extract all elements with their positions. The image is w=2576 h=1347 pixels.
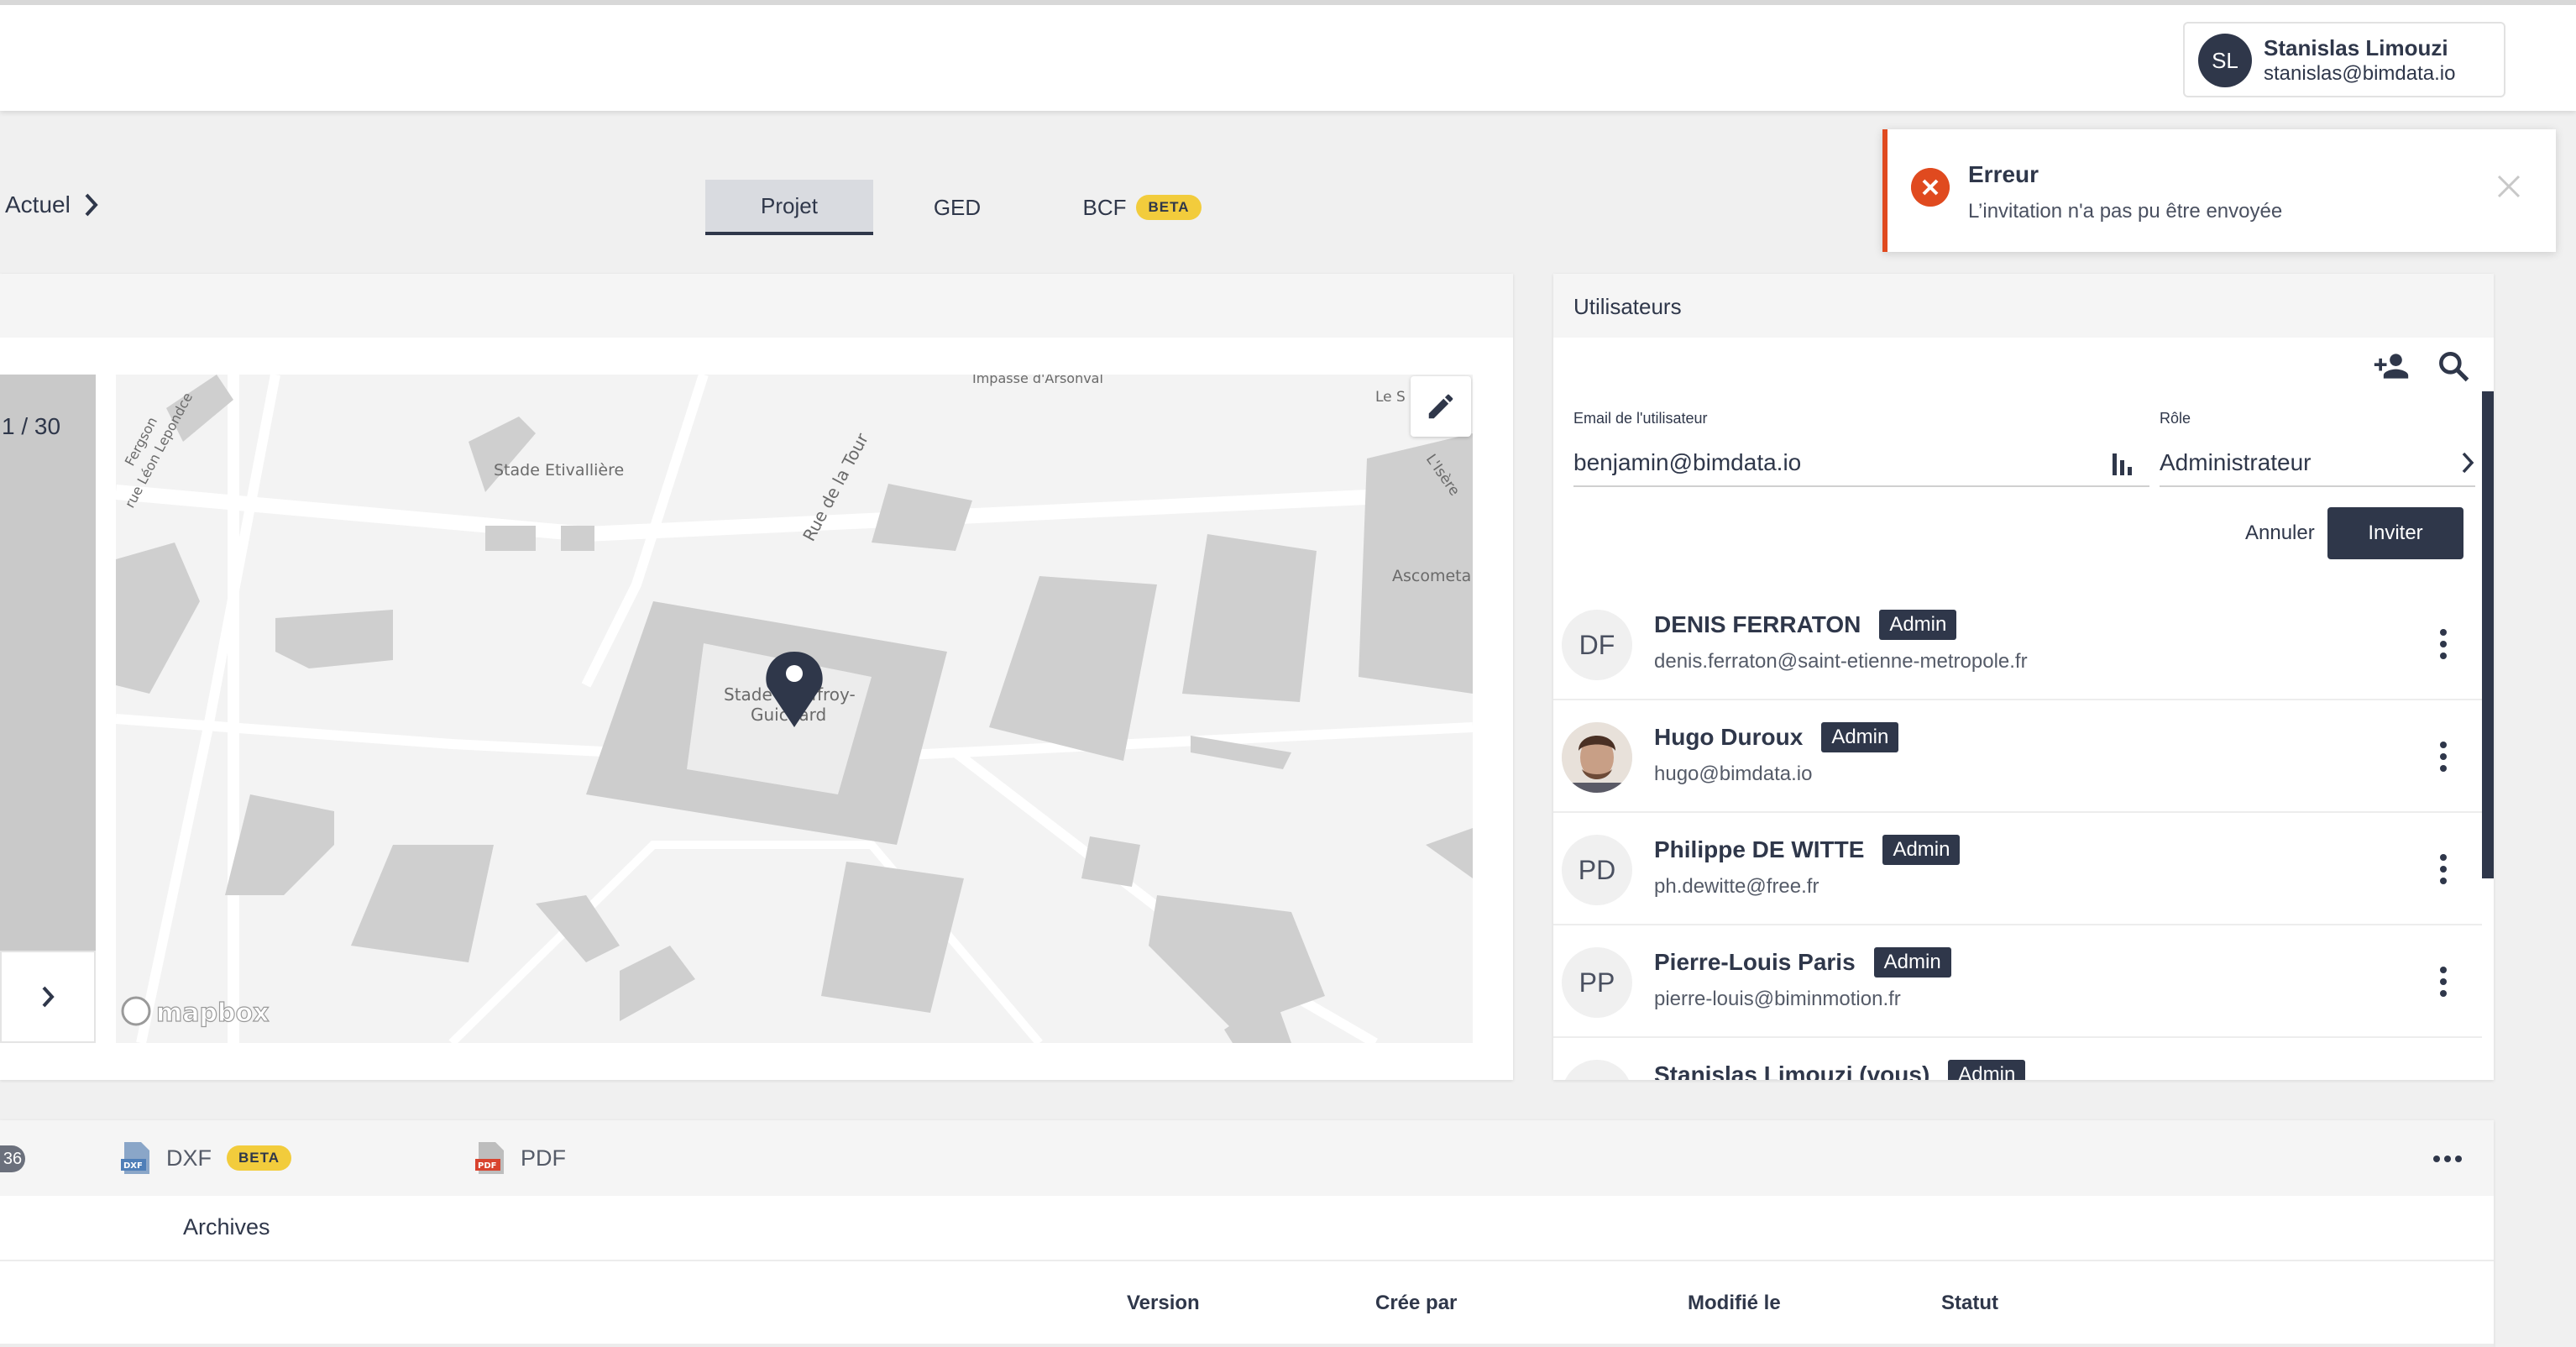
user-photo-icon — [1562, 722, 1632, 793]
autofill-icon[interactable] — [2111, 452, 2134, 477]
admin-badge: Admin — [1882, 835, 1961, 865]
avatar-photo — [1562, 722, 1632, 793]
role-select[interactable]: Administrateur — [2160, 440, 2475, 487]
project-map[interactable]: Stade Etivallière Impasse d'Arsonval Rue… — [116, 375, 1473, 1043]
role-label: Rôle — [2160, 410, 2191, 427]
breadcrumb[interactable]: Actuel — [5, 191, 99, 218]
avatar: SL — [2198, 34, 2252, 87]
user-row: Hugo Duroux Admin hugo@bimdata.io — [1553, 700, 2482, 813]
count-badge: 36 — [0, 1145, 25, 1172]
user-email: stanislas@bimdata.io — [2264, 62, 2456, 85]
search-icon[interactable] — [2435, 348, 2472, 385]
error-icon — [1911, 168, 1950, 207]
users-panel: Utilisateurs Email de l'utilisateur Rôle… — [1553, 274, 2494, 1080]
user-email: denis.ferraton@saint-etienne-metropole.f… — [1654, 650, 2028, 673]
email-field[interactable] — [1573, 440, 2149, 487]
role-value: Administrateur — [2160, 449, 2312, 475]
admin-badge: Admin — [1873, 947, 1951, 977]
user-name: Pierre-Louis Paris — [1654, 949, 1856, 975]
email-label: Email de l'utilisateur — [1573, 410, 1708, 427]
divider — [0, 1260, 2494, 1261]
user-name: Stanislas Limouzi — [2264, 35, 2448, 60]
scrollbar[interactable] — [2482, 391, 2494, 878]
more-vertical-icon[interactable] — [2427, 848, 2460, 890]
column-modified[interactable]: Modifié le — [1688, 1292, 1781, 1315]
breadcrumb-current: Actuel — [5, 191, 71, 218]
user-row: SL Stanislas Limouzi (vous) Admin — [1553, 1038, 2482, 1080]
add-user-icon[interactable] — [2373, 348, 2410, 385]
users-toolbar — [1553, 338, 2494, 391]
avatar: PD — [1562, 835, 1632, 905]
user-row: PD Philippe DE WITTE Admin ph.dewitte@fr… — [1553, 813, 2482, 925]
admin-badge: Admin — [1879, 610, 1957, 640]
error-toast: Erreur L’invitation n'a pas pu être envo… — [1882, 129, 2556, 252]
svg-text:mapbox: mapbox — [156, 998, 269, 1028]
user-menu[interactable]: SL Stanislas Limouzi stanislas@bimdata.i… — [2183, 22, 2505, 97]
map-label: Stade Etivallière — [494, 461, 624, 480]
dxf-file-icon: DXF — [121, 1142, 149, 1174]
column-status[interactable]: Statut — [1941, 1292, 1998, 1315]
users-title: Utilisateurs — [1573, 294, 1682, 319]
panel-header — [0, 274, 1513, 338]
toast-title: Erreur — [1968, 161, 2039, 187]
tab-dxf[interactable]: DXF DXF BETA — [121, 1140, 292, 1176]
pdf-file-icon: PDF — [475, 1142, 504, 1174]
files-panel: 36 DXF DXF BETA PDF PDF Archives Version… — [0, 1120, 2494, 1347]
column-version[interactable]: Version — [1127, 1292, 1200, 1315]
svg-text:DXF: DXF — [123, 1161, 143, 1171]
edit-button[interactable] — [1411, 376, 1471, 437]
avatar: PP — [1562, 947, 1632, 1018]
viewer-preview: 1 / 30 — [0, 375, 96, 951]
chevron-right-icon — [85, 193, 98, 217]
tab-bcf[interactable]: BCF BETA — [1058, 180, 1226, 235]
archives-link[interactable]: Archives — [183, 1214, 270, 1240]
user-row: PP Pierre-Louis Paris Admin pierre-louis… — [1553, 925, 2482, 1038]
admin-badge: Admin — [1821, 722, 1899, 752]
invite-button[interactable]: Inviter — [2327, 507, 2463, 559]
tab-projet[interactable]: Projet — [705, 180, 873, 235]
cancel-button[interactable]: Annuler — [2225, 507, 2335, 559]
user-email: pierre-louis@biminmotion.fr — [1654, 988, 1901, 1010]
users-header: Utilisateurs — [1553, 274, 2494, 338]
more-vertical-icon[interactable] — [2427, 736, 2460, 778]
user-name: DENIS FERRATON — [1654, 611, 1861, 637]
user-row: DF DENIS FERRATON Admin denis.ferraton@s… — [1553, 588, 2482, 700]
tab-pdf[interactable]: PDF PDF — [475, 1140, 566, 1176]
beta-badge: BETA — [1136, 195, 1202, 220]
toast-message: L’invitation n'a pas pu être envoyée — [1968, 200, 2283, 223]
user-name: Hugo Duroux — [1654, 724, 1804, 750]
beta-badge: BETA — [227, 1145, 292, 1171]
map-canvas: Stade Etivallière Impasse d'Arsonval Rue… — [116, 375, 1473, 1043]
user-name: Philippe DE WITTE — [1654, 836, 1865, 862]
files-header: 36 DXF DXF BETA PDF PDF — [0, 1120, 2494, 1196]
map-label: Impasse d'Arsonval — [972, 375, 1103, 386]
map-label: Ascometal — [1392, 567, 1473, 585]
svg-text:PDF: PDF — [478, 1161, 496, 1171]
column-created-by[interactable]: Crée par — [1375, 1292, 1457, 1315]
avatar: DF — [1562, 610, 1632, 680]
chevron-right-icon — [2462, 452, 2474, 474]
user-email: hugo@bimdata.io — [1654, 763, 1813, 785]
top-bar: SL Stanislas Limouzi stanislas@bimdata.i… — [0, 0, 2576, 111]
chevron-right-icon — [42, 986, 55, 1008]
user-email: ph.dewitte@free.fr — [1654, 875, 1819, 898]
pencil-icon — [1428, 394, 1453, 419]
project-panel: 1 / 30 Stade Etivallière Impasse d'Arson… — [0, 274, 1513, 1080]
divider — [0, 1344, 2494, 1347]
admin-badge: Admin — [1948, 1060, 2026, 1080]
more-vertical-icon[interactable] — [2427, 623, 2460, 665]
more-horizontal-icon[interactable] — [2427, 1142, 2469, 1176]
next-button[interactable] — [0, 951, 96, 1043]
page-counter: 1 / 30 — [2, 413, 61, 439]
avatar: SL — [1562, 1060, 1632, 1080]
user-name: Stanislas Limouzi (vous) — [1654, 1061, 1930, 1080]
close-icon[interactable] — [2492, 170, 2526, 203]
more-vertical-icon[interactable] — [2427, 961, 2460, 1003]
map-label: Le S — [1375, 389, 1406, 406]
tab-ged[interactable]: GED — [873, 180, 1041, 235]
